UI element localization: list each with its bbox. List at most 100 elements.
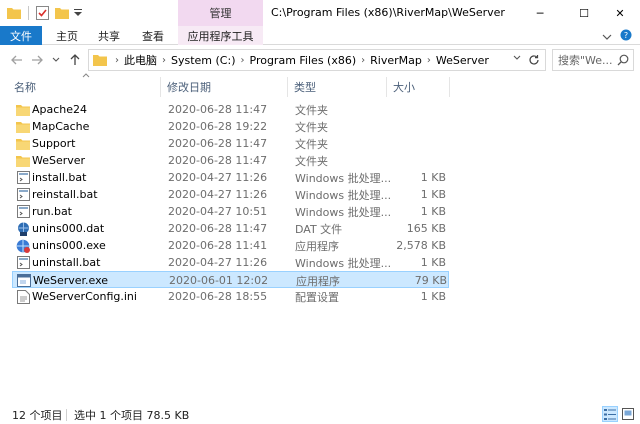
file-modified-date: 2020-06-28 11:47	[168, 103, 268, 116]
file-row[interactable]: WeServer.exe 2020-06-01 12:02 应用程序 79 KB	[12, 271, 449, 288]
minimize-button[interactable]: ─	[520, 0, 560, 26]
file-size: 79 KB	[414, 274, 447, 287]
file-name: install.bat	[32, 171, 87, 184]
file-row[interactable]: unins000.exe 2020-06-28 11:41 应用程序 2,578 KB	[12, 237, 449, 254]
svg-text:?: ?	[624, 31, 628, 40]
breadcrumb-chevron-icon[interactable]: ›	[361, 55, 365, 66]
folder-icon	[16, 152, 30, 169]
file-size	[392, 152, 446, 169]
details-view-icon	[604, 408, 616, 420]
file-size: 1 KB	[420, 290, 446, 303]
file-row[interactable]: MapCache 2020-06-28 19:22 文件夹	[12, 118, 449, 135]
folder-icon	[16, 101, 30, 118]
file-row[interactable]: Support 2020-06-28 11:47 文件夹	[12, 135, 449, 152]
file-size: 1 KB	[420, 171, 446, 184]
new-folder-icon[interactable]	[54, 5, 70, 21]
file-type: 文件夹	[295, 120, 328, 134]
file-type: 文件夹	[295, 154, 328, 168]
dat-file-icon	[16, 220, 30, 237]
file-type: Windows 批处理...	[295, 256, 392, 270]
file-type: 文件夹	[295, 103, 328, 117]
large-icons-view-icon	[622, 408, 634, 420]
navigation-bar: › 此电脑 › System (C:) › Program Files (x86…	[0, 45, 640, 75]
file-name: unins000.dat	[32, 222, 105, 235]
file-row[interactable]: uninstall.bat 2020-04-27 11:26 Windows 批处理…	[12, 254, 449, 271]
selection-info: 选中 1 个项目 78.5 KB	[74, 409, 190, 422]
breadcrumb-chevron-icon[interactable]: ›	[241, 55, 245, 66]
file-type: Windows 批处理...	[295, 171, 392, 185]
batch-file-icon	[16, 254, 30, 271]
file-row[interactable]: run.bat 2020-04-27 10:51 Windows 批处理... 1 K…	[12, 203, 449, 220]
file-row[interactable]: WeServer 2020-06-28 11:47 文件夹	[12, 152, 449, 169]
file-modified-date: 2020-06-28 18:55	[168, 290, 268, 303]
tab-view[interactable]: 查看	[136, 26, 170, 45]
file-name: Apache24	[32, 103, 88, 116]
file-row[interactable]: Apache24 2020-06-28 11:47 文件夹	[12, 101, 449, 118]
file-size	[392, 118, 446, 135]
tab-application-tools[interactable]: 应用程序工具	[178, 26, 263, 45]
forward-arrow-icon[interactable]	[30, 53, 44, 67]
address-bar[interactable]: › 此电脑 › System (C:) › Program Files (x86…	[88, 49, 546, 71]
column-header-row: 名称 修改日期 类型 大小	[0, 75, 640, 99]
up-arrow-icon[interactable]	[68, 53, 82, 67]
batch-file-icon	[16, 169, 30, 186]
file-modified-date: 2020-04-27 11:26	[168, 188, 268, 201]
column-header-date[interactable]: 修改日期	[161, 75, 287, 99]
file-size: 2,578 KB	[396, 239, 446, 252]
file-type: Windows 批处理...	[295, 205, 392, 219]
file-size	[392, 101, 446, 118]
breadcrumb-chevron-icon[interactable]: ›	[162, 55, 166, 66]
file-name: MapCache	[32, 120, 90, 133]
breadcrumb-chevron-icon[interactable]: ›	[115, 55, 119, 66]
breadcrumb-item-rivermap[interactable]: RiverMap	[370, 54, 422, 67]
tab-file[interactable]: 文件	[0, 26, 42, 45]
file-row[interactable]: install.bat 2020-04-27 11:26 Windows 批处理..…	[12, 169, 449, 186]
maximize-icon: ☐	[579, 6, 589, 20]
breadcrumb-item-system-c[interactable]: System (C:)	[171, 54, 236, 67]
ribbon-controls: ?	[602, 29, 632, 44]
file-modified-date: 2020-06-28 11:47	[168, 222, 268, 235]
column-header-type[interactable]: 类型	[288, 75, 386, 99]
file-type: 应用程序	[295, 239, 339, 253]
breadcrumb-item-weserver[interactable]: WeServer	[436, 54, 489, 67]
file-type: 配置设置	[295, 290, 339, 304]
file-row[interactable]: reinstall.bat 2020-04-27 11:26 Windows 批处理…	[12, 186, 449, 203]
file-name: Support	[32, 137, 76, 150]
column-divider[interactable]	[449, 77, 450, 97]
folder-icon	[93, 54, 107, 66]
uninstaller-icon	[16, 237, 30, 254]
close-icon: ✕	[615, 6, 625, 20]
large-icons-view-button[interactable]	[620, 406, 636, 422]
help-icon[interactable]: ?	[620, 29, 632, 44]
refresh-icon[interactable]	[528, 54, 540, 66]
search-box[interactable]: 搜索"We...	[552, 49, 634, 71]
breadcrumb-item-this-pc[interactable]: 此电脑	[124, 52, 157, 68]
breadcrumb-chevron-icon[interactable]: ›	[427, 55, 431, 66]
file-name: unins000.exe	[32, 239, 106, 252]
customize-toolbar-icon[interactable]	[70, 5, 86, 21]
details-view-button[interactable]	[602, 406, 618, 422]
file-row[interactable]: WeServerConfig.ini 2020-06-28 18:55 配置设置 1 …	[12, 288, 449, 305]
file-row[interactable]: unins000.dat 2020-06-28 11:47 DAT 文件 165 KB	[12, 220, 449, 237]
column-header-name[interactable]: 名称	[8, 75, 160, 99]
file-size: 165 KB	[406, 222, 446, 235]
file-modified-date: 2020-06-28 19:22	[168, 120, 268, 133]
properties-icon[interactable]	[34, 5, 50, 21]
file-name: reinstall.bat	[32, 188, 98, 201]
back-arrow-icon[interactable]	[10, 53, 24, 67]
expand-ribbon-icon[interactable]	[602, 30, 612, 43]
close-button[interactable]: ✕	[600, 0, 640, 26]
file-modified-date: 2020-04-27 10:51	[168, 205, 268, 218]
context-tab-manage[interactable]: 管理	[178, 0, 263, 26]
column-header-size[interactable]: 大小	[387, 75, 449, 99]
ribbon-tab-bar: 文件 主页 共享 查看 应用程序工具 ?	[0, 26, 640, 45]
search-input[interactable]: 搜索"We...	[553, 52, 615, 68]
recent-locations-icon[interactable]	[49, 53, 63, 67]
tab-share[interactable]: 共享	[92, 26, 126, 45]
address-history-dropdown-icon[interactable]	[513, 55, 521, 61]
file-name: run.bat	[32, 205, 72, 218]
breadcrumb-item-program-files[interactable]: Program Files (x86)	[250, 54, 357, 67]
tab-home[interactable]: 主页	[50, 26, 84, 45]
file-name: WeServer.exe	[33, 274, 109, 287]
maximize-button[interactable]: ☐	[564, 0, 604, 26]
